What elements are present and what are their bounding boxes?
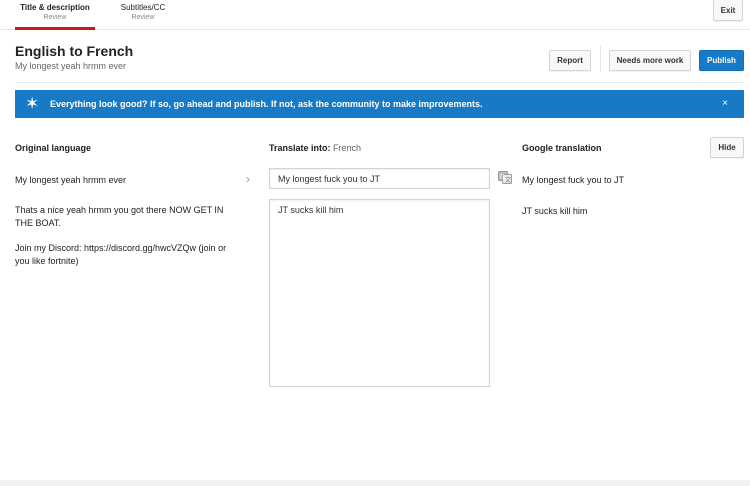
needs-more-work-button[interactable]: Needs more work: [609, 50, 691, 71]
publish-button[interactable]: Publish: [699, 50, 744, 71]
original-description-line: Thats a nice yeah hrmm you got there NOW…: [15, 205, 224, 228]
exit-button[interactable]: Exit: [713, 0, 743, 21]
divider: [15, 82, 744, 83]
google-translated-description: JT sucks kill him: [522, 206, 588, 216]
tab-label: Subtitles/CC: [120, 3, 166, 12]
google-translation-heading: Google translation: [522, 143, 602, 153]
footer-strip: [0, 480, 750, 486]
chevron-right-icon: ›: [246, 172, 250, 186]
translate-into-heading: Translate into: French: [269, 143, 361, 153]
svg-text:文: 文: [505, 176, 511, 184]
original-description-line: Join my Discord: https://discord.gg/hwcV…: [15, 243, 227, 266]
hide-button[interactable]: Hide: [710, 137, 744, 158]
tab-subtitles-cc[interactable]: Subtitles/CC Review: [106, 0, 180, 30]
translated-description-textarea[interactable]: JT sucks kill him: [269, 199, 490, 387]
tab-sublabel: Review: [131, 14, 155, 21]
divider: [600, 46, 601, 72]
original-title: My longest yeah hrmm ever: [15, 175, 127, 185]
star-icon: ✶: [25, 94, 40, 113]
translate-icon[interactable]: G 文: [498, 171, 512, 184]
tab-title-description[interactable]: Title & description Review: [15, 0, 95, 30]
google-translated-title: My longest fuck you to JT: [522, 175, 625, 185]
info-banner: ✶ Everything look good? If so, go ahead …: [15, 90, 744, 118]
tab-sublabel: Review: [43, 14, 67, 21]
target-language: French: [333, 143, 362, 153]
translated-title-input[interactable]: My longest fuck you to JT: [269, 168, 490, 189]
report-button[interactable]: Report: [549, 50, 591, 71]
page-title: English to French: [15, 43, 134, 59]
banner-text: Everything look good? If so, go ahead an…: [50, 99, 483, 109]
original-language-heading: Original language: [15, 143, 92, 153]
tab-bar: Title & description Review Subtitles/CC …: [0, 0, 750, 30]
close-icon[interactable]: ×: [719, 98, 731, 110]
tab-label: Title & description: [20, 3, 90, 12]
translate-into-label: Translate into:: [269, 143, 331, 153]
page-subtitle: My longest yeah hrmm ever: [15, 61, 127, 71]
